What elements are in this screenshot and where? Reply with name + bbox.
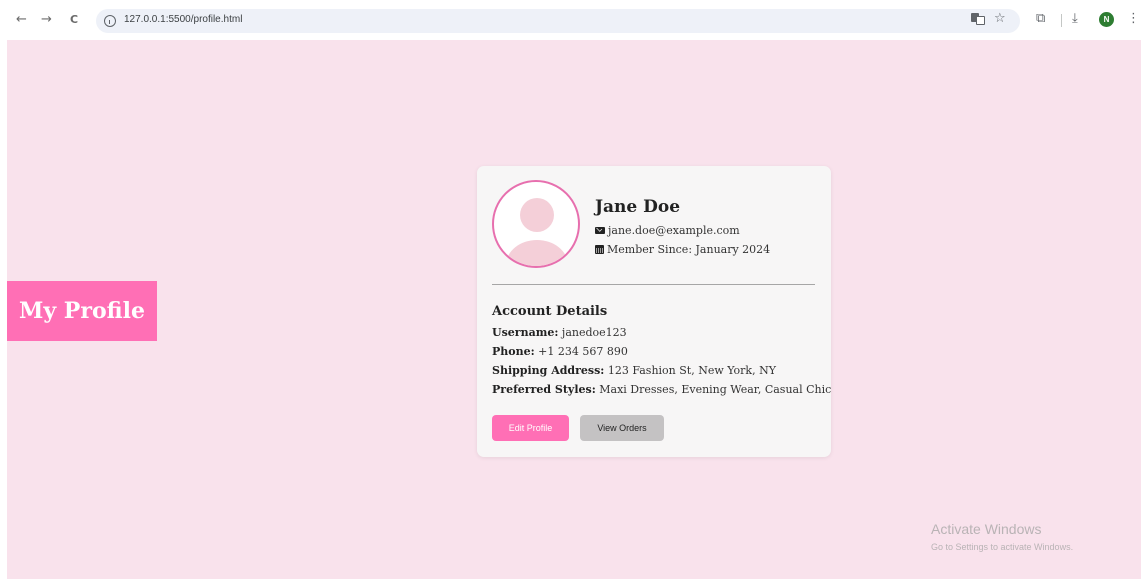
browser-toolbar: ← → C 127.0.0.1:5500/profile.html ☆ ⧉ ⤓ … [0, 0, 1148, 40]
calendar-icon [595, 245, 604, 254]
reload-icon[interactable]: C [70, 12, 78, 28]
address-bar[interactable]: 127.0.0.1:5500/profile.html [96, 9, 1020, 33]
preferred-styles-value: Maxi Dresses, Evening Wear, Casual Chic [599, 383, 832, 396]
card-divider [492, 284, 815, 285]
phone-label: Phone: [492, 345, 535, 358]
profile-email-row: jane.doe@example.com [595, 224, 740, 237]
activate-windows-title: Activate Windows [931, 521, 1042, 537]
back-arrow-icon[interactable]: ← [16, 12, 27, 28]
preferred-styles-label: Preferred Styles: [492, 383, 596, 396]
menu-icon[interactable]: ⋮ [1127, 12, 1140, 26]
account-details-heading: Account Details [492, 304, 608, 319]
avatar-head [520, 198, 554, 232]
profile-card: Jane Doe jane.doe@example.com Member Sin… [477, 166, 831, 457]
my-profile-tab[interactable]: My Profile [7, 281, 157, 341]
username-value: janedoe123 [561, 326, 627, 339]
translate-icon[interactable] [971, 13, 985, 25]
edit-profile-button[interactable]: Edit Profile [492, 415, 569, 441]
page-content: My Profile Jane Doe jane.doe@example.com… [7, 40, 1141, 579]
url-text[interactable]: 127.0.0.1:5500/profile.html [124, 14, 242, 25]
username-label: Username: [492, 326, 559, 339]
shipping-address-label: Shipping Address: [492, 364, 605, 377]
phone-value: +1 234 567 890 [538, 345, 628, 358]
download-icon[interactable]: ⤓ [1072, 12, 1078, 26]
activate-windows-subtitle: Go to Settings to activate Windows. [931, 542, 1074, 552]
shipping-address-value: 123 Fashion St, New York, NY [607, 364, 776, 377]
profile-email: jane.doe@example.com [608, 224, 740, 237]
extensions-icon[interactable]: ⧉ [1036, 12, 1045, 26]
shipping-address-row: Shipping Address: 123 Fashion St, New Yo… [492, 364, 776, 377]
member-since: Member Since: January 2024 [607, 243, 771, 256]
bookmark-star-icon[interactable]: ☆ [994, 12, 1006, 26]
avatar-placeholder-icon [492, 180, 580, 268]
toolbar-divider [1061, 14, 1062, 27]
member-since-row: Member Since: January 2024 [595, 243, 770, 256]
username-row: Username: janedoe123 [492, 326, 627, 339]
avatar-body [506, 240, 568, 266]
info-icon[interactable] [104, 15, 116, 27]
view-orders-button[interactable]: View Orders [580, 415, 664, 441]
preferred-styles-row: Preferred Styles: Maxi Dresses, Evening … [492, 383, 831, 396]
forward-arrow-icon[interactable]: → [41, 12, 52, 28]
profile-avatar-icon[interactable]: N [1099, 12, 1114, 27]
translate-icon-back [976, 16, 985, 25]
phone-row: Phone: +1 234 567 890 [492, 345, 628, 358]
profile-name: Jane Doe [595, 197, 681, 217]
envelope-icon [595, 227, 605, 234]
